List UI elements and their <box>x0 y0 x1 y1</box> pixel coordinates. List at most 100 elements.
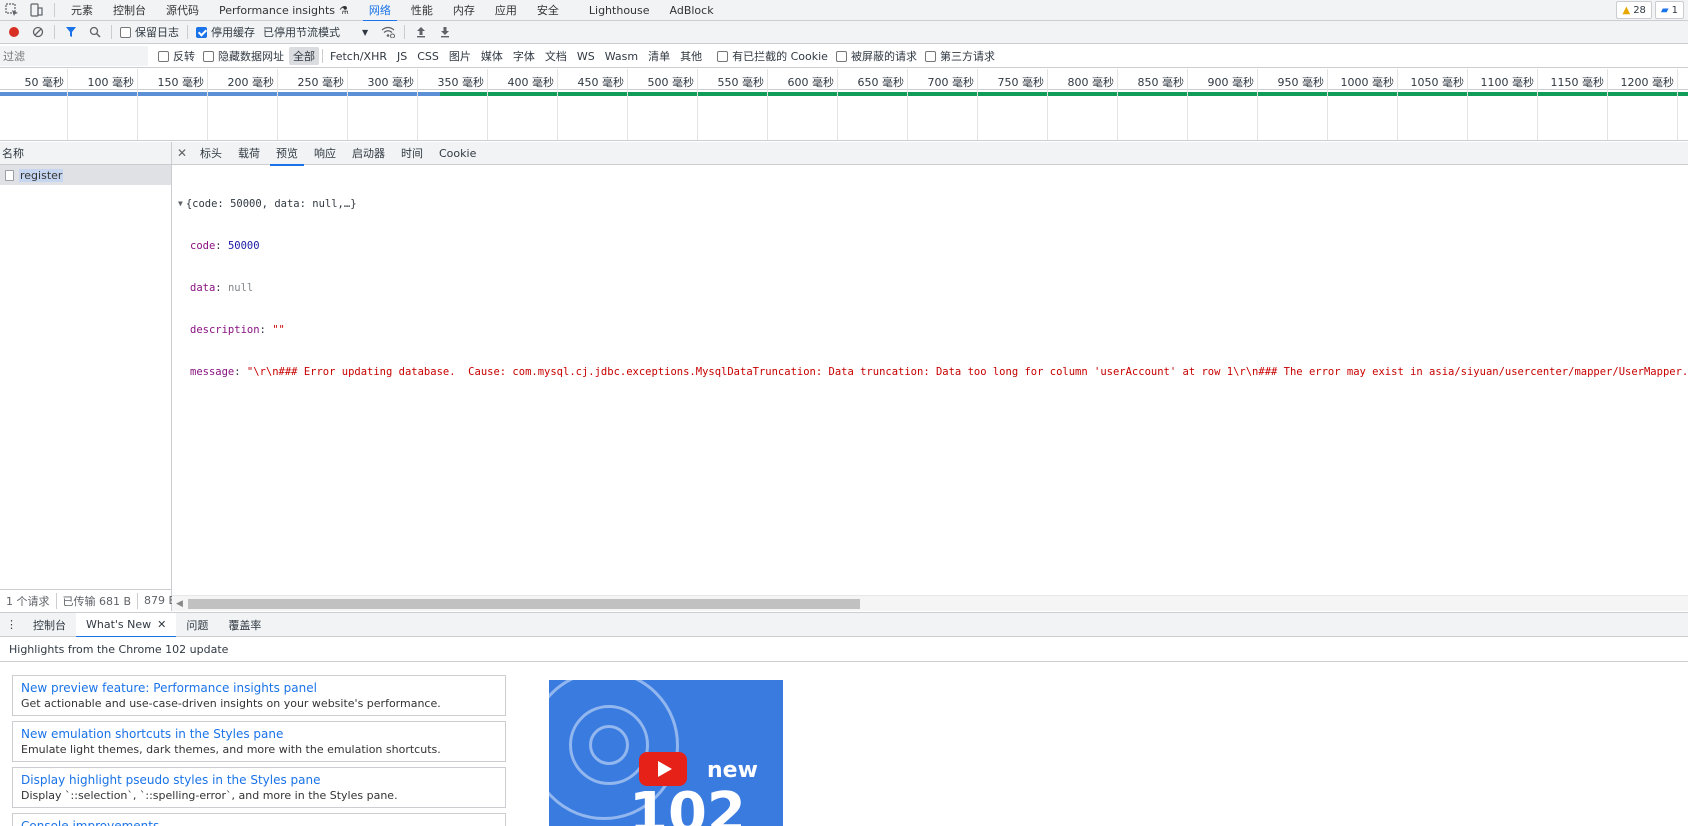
messages-badge[interactable]: ▰ 1 <box>1654 1 1684 19</box>
blocked-requests-box[interactable] <box>835 50 847 62</box>
preserve-log-box[interactable] <box>120 26 131 38</box>
filter-type-js[interactable]: JS <box>393 49 411 64</box>
tab-cookies[interactable]: Cookie <box>431 142 484 165</box>
triangle-down-icon: ▼ <box>178 199 183 208</box>
timeline-tick-label: 1100 毫秒 <box>1480 76 1535 89</box>
resource-size: 879 B <box>138 594 172 607</box>
filter-input[interactable] <box>0 46 148 66</box>
timeline-tick-label: 1200 毫秒 <box>1620 76 1675 89</box>
feature-title[interactable]: Console improvements <box>21 818 497 826</box>
filter-type-other[interactable]: 其他 <box>676 47 706 65</box>
filter-icon <box>66 27 76 37</box>
json-value: "\r\n### Error updating database. Cause:… <box>246 366 1688 378</box>
devtools-tab-bar: 元素 控制台 源代码 Performance insights ⚗ 网络 性能 内… <box>0 0 1688 22</box>
tab-network[interactable]: 网络 <box>359 0 401 22</box>
drawer-tab-console[interactable]: 控制台 <box>23 613 76 637</box>
feature-card[interactable]: New emulation shortcuts in the Styles pa… <box>12 721 506 762</box>
filter-type-media[interactable]: 媒体 <box>477 47 507 65</box>
tab-payload[interactable]: 载荷 <box>230 142 268 165</box>
filter-button[interactable] <box>59 21 83 43</box>
filter-type-all[interactable]: 全部 <box>289 47 319 65</box>
drawer-tab-issues[interactable]: 问题 <box>176 613 218 637</box>
json-field-data: data: null <box>190 282 254 294</box>
disable-cache-checkbox[interactable]: 停用缓存 <box>192 24 259 40</box>
network-conditions-button[interactable] <box>376 21 400 43</box>
hide-data-urls-checkbox[interactable]: 隐藏数据网址 <box>199 48 288 64</box>
timeline-gridline <box>977 69 978 140</box>
feature-card[interactable]: Display highlight pseudo styles in the S… <box>12 767 506 808</box>
name-column-header[interactable]: 名称 <box>0 142 171 165</box>
third-party-checkbox[interactable]: 第三方请求 <box>921 48 999 64</box>
device-toolbar-icon[interactable] <box>24 0 48 21</box>
third-party-box[interactable] <box>924 50 936 62</box>
drawer-tab-coverage[interactable]: 覆盖率 <box>218 613 271 637</box>
feature-card[interactable]: Console improvements <box>12 813 506 826</box>
feature-title[interactable]: Display highlight pseudo styles in the S… <box>21 772 497 788</box>
tab-performance[interactable]: 性能 <box>401 0 443 21</box>
timeline-gridline <box>1187 69 1188 140</box>
tab-sources[interactable]: 源代码 <box>156 0 209 21</box>
json-field-code: code: 50000 <box>190 240 260 252</box>
json-field-description: description: "" <box>190 324 285 336</box>
filter-type-wasm[interactable]: Wasm <box>601 49 642 64</box>
blocked-cookies-label: 有已拦截的 Cookie <box>732 50 828 63</box>
invert-checkbox[interactable]: 反转 <box>154 48 199 64</box>
record-button[interactable] <box>2 21 26 43</box>
request-detail-panel: ✕ 标头 载荷 预览 响应 启动器 时间 Cookie ▼ {code: 5000… <box>172 142 1688 611</box>
timeline-gridline <box>1537 69 1538 140</box>
filter-type-ws[interactable]: WS <box>573 49 599 64</box>
tab-console[interactable]: 控制台 <box>103 0 156 21</box>
tab-initiator[interactable]: 启动器 <box>344 142 393 165</box>
tab-performance-insights[interactable]: Performance insights ⚗ <box>209 0 359 21</box>
tab-preview[interactable]: 预览 <box>268 142 306 166</box>
feature-title[interactable]: New emulation shortcuts in the Styles pa… <box>21 726 497 742</box>
disable-cache-box[interactable] <box>196 26 207 38</box>
filter-type-manifest[interactable]: 清单 <box>644 47 674 65</box>
search-button[interactable] <box>83 21 107 43</box>
file-icon <box>5 169 14 181</box>
tab-elements[interactable]: 元素 <box>61 0 103 21</box>
export-har-button[interactable] <box>433 21 457 43</box>
release-video-thumbnail[interactable]: new 102 <box>549 680 783 826</box>
timeline-gridline <box>1117 69 1118 140</box>
blocked-cookies-box[interactable] <box>717 50 729 62</box>
filter-type-doc[interactable]: 文档 <box>541 47 571 65</box>
drawer-tab-whats-new[interactable]: What's New ✕ <box>76 612 177 638</box>
request-row[interactable]: register <box>0 165 171 185</box>
timeline-gridline <box>907 69 908 140</box>
json-root-row[interactable]: ▼ {code: 50000, data: null,…} <box>178 197 1682 211</box>
timeline-overview[interactable]: 50 毫秒 100 毫秒 150 毫秒 200 毫秒 250 毫秒 300 毫秒 350 毫… <box>0 69 1688 141</box>
timeline-tick-label: 1000 毫秒 <box>1340 76 1395 89</box>
filter-type-css[interactable]: CSS <box>413 49 443 64</box>
feature-title[interactable]: New preview feature: Performance insight… <box>21 680 497 696</box>
tab-adblock[interactable]: AdBlock <box>660 0 724 21</box>
filter-type-font[interactable]: 字体 <box>509 47 539 65</box>
tab-application[interactable]: 应用 <box>485 0 527 21</box>
close-icon[interactable]: ✕ <box>157 618 166 631</box>
import-har-button[interactable] <box>409 21 433 43</box>
blocked-cookies-checkbox[interactable]: 有已拦截的 Cookie <box>713 48 832 64</box>
filter-type-xhr[interactable]: Fetch/XHR <box>326 49 391 64</box>
horizontal-scrollbar[interactable]: ◀ <box>172 595 1688 611</box>
scrollbar-thumb[interactable] <box>188 599 860 609</box>
filter-type-img[interactable]: 图片 <box>445 47 475 65</box>
clear-button[interactable] <box>26 21 50 43</box>
tab-response[interactable]: 响应 <box>306 142 344 165</box>
tab-timing[interactable]: 时间 <box>393 142 431 165</box>
tab-lighthouse[interactable]: Lighthouse <box>579 0 660 21</box>
hide-data-urls-box[interactable] <box>203 50 214 62</box>
invert-box[interactable] <box>158 50 169 62</box>
inspect-element-icon[interactable] <box>0 0 24 21</box>
tab-security[interactable]: 安全 <box>527 0 569 21</box>
tab-memory[interactable]: 内存 <box>443 0 485 21</box>
tab-headers[interactable]: 标头 <box>192 142 230 165</box>
preserve-log-checkbox[interactable]: 保留日志 <box>116 24 183 40</box>
warnings-badge[interactable]: ▲ 28 <box>1616 1 1652 19</box>
throttle-select[interactable]: 已停用节流模式 ▼ <box>259 24 372 40</box>
toolbar-divider <box>54 3 55 17</box>
scroll-left-icon[interactable]: ◀ <box>176 599 183 609</box>
feature-card[interactable]: New preview feature: Performance insight… <box>12 675 506 716</box>
drawer-menu-icon[interactable]: ⋮ <box>0 613 23 637</box>
blocked-requests-checkbox[interactable]: 被屏蔽的请求 <box>832 48 921 64</box>
close-icon[interactable]: ✕ <box>172 142 192 165</box>
